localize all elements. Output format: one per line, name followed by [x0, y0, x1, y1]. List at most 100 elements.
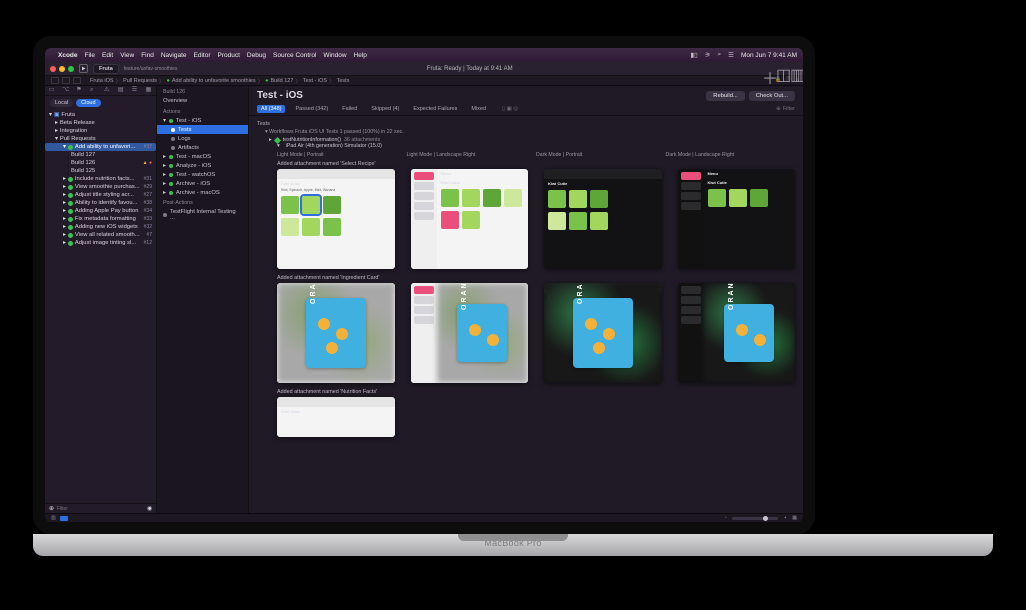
- minimize-icon[interactable]: [59, 66, 65, 72]
- crumb-pr[interactable]: Pull Requests: [123, 78, 157, 84]
- nav-pr-item[interactable]: ▸Fix metadata formatting#33: [45, 215, 156, 223]
- crumb-tests[interactable]: Tests: [337, 78, 350, 84]
- nav-pr-item[interactable]: ▸Adding Apple Pay button#34: [45, 207, 156, 215]
- nav-pr-item[interactable]: ▸View all related smooth...#7: [45, 231, 156, 239]
- menu-find[interactable]: Find: [141, 52, 154, 59]
- window-traffic-lights[interactable]: [50, 66, 74, 72]
- grid-icon[interactable]: ▦: [792, 515, 797, 521]
- nav-pr-item[interactable]: ▸Adjust image tinting sl...#12: [45, 239, 156, 247]
- run-button[interactable]: [79, 64, 88, 73]
- nav-pr-selected[interactable]: ▾Add ability to unfavori... #37: [45, 143, 156, 151]
- split-icon[interactable]: ⎘: [786, 77, 790, 84]
- rebuild-button[interactable]: Rebuild...: [706, 91, 745, 101]
- nav-beta-release[interactable]: Beta Release: [60, 120, 95, 126]
- menu-view[interactable]: View: [120, 52, 134, 59]
- nav-build-127[interactable]: Build 127: [45, 151, 156, 159]
- navigator-filter-input[interactable]: [57, 506, 144, 512]
- screenshot-thumb[interactable]: Kiwi Cutie: [277, 397, 395, 437]
- lock-icon: 🔒: [775, 77, 782, 84]
- screenshot-thumb[interactable]: ORANGE: [411, 283, 529, 383]
- menu-source-control[interactable]: Source Control: [273, 52, 316, 59]
- device-row[interactable]: ▾ iPad Air (4th generation) Simulator (1…: [277, 143, 795, 149]
- inspector-toggle-icon[interactable]: ▥: [790, 65, 798, 73]
- nav-build-125[interactable]: Build 125: [45, 167, 156, 175]
- navigator-selector[interactable]: ▭⌥⚑⌕⚠▤☰▦: [45, 86, 156, 96]
- screenshot-thumb[interactable]: Menu Kiwi Cutie: [678, 169, 796, 269]
- outline-test-macos[interactable]: ▸Test - macOS: [157, 152, 248, 161]
- xcode-window: Xcode File Edit View Find Navigate Edito…: [33, 36, 815, 534]
- screenshot-thumb[interactable]: Menu Kiwi Cutie: [411, 169, 529, 269]
- menu-product[interactable]: Product: [217, 52, 239, 59]
- scope-icon[interactable]: ◉: [147, 506, 152, 512]
- branch-label: feature/unfav-smoothies: [124, 66, 178, 72]
- crumb-pr-title[interactable]: Add ability to unfavorite smoothies: [172, 78, 256, 84]
- attachment-label: Added attachment named 'Ingredient Card': [277, 275, 795, 281]
- menu-debug[interactable]: Debug: [247, 52, 266, 59]
- crumb-action[interactable]: Test - iOS: [303, 78, 327, 84]
- menu-window[interactable]: Window: [323, 52, 346, 59]
- menu-app[interactable]: Xcode: [58, 52, 78, 59]
- scheme-selector[interactable]: Fruta: [93, 64, 119, 74]
- filter-skipped[interactable]: Skipped (4): [367, 105, 403, 113]
- screenshot-thumb[interactable]: ORANGE: [678, 283, 796, 383]
- menu-file[interactable]: File: [85, 52, 95, 59]
- outline-overview[interactable]: Overview: [157, 97, 248, 106]
- nav-pr-item[interactable]: ▸Adding new iOS widgets#32: [45, 223, 156, 231]
- nav-root[interactable]: Fruta: [61, 112, 75, 118]
- screenshot-thumb[interactable]: Kiwi Cutie Kiwi, Spinach, Apple, Mint, B…: [277, 169, 395, 269]
- detail-title: Test - iOS: [257, 90, 303, 101]
- navigator-filter[interactable]: ⊕ ◉: [45, 503, 156, 513]
- menu-help[interactable]: Help: [354, 52, 367, 59]
- filter-mixed[interactable]: Mixed: [467, 105, 490, 113]
- nav-pr-item[interactable]: ▸Adjust title styling acr...#27: [45, 191, 156, 199]
- control-center-icon[interactable]: ☰: [728, 51, 734, 59]
- outline-archive-macos[interactable]: ▸Archive - macOS: [157, 188, 248, 197]
- nav-integration[interactable]: Integration: [60, 128, 87, 134]
- outline-analyze-ios[interactable]: ▸Analyze - iOS: [157, 161, 248, 170]
- filter-expected[interactable]: Expected Failures: [409, 105, 461, 113]
- screenshot-thumb[interactable]: Kiwi Cutie: [544, 169, 662, 269]
- debug-area-toggle-icon[interactable]: ▥: [51, 515, 56, 521]
- nav-build-126[interactable]: Build 126▲ ●: [45, 159, 156, 167]
- zoom-icon[interactable]: [68, 66, 74, 72]
- pill-local[interactable]: Local: [50, 99, 73, 107]
- nav-pr-item[interactable]: ▸Ability to identify favou...#38: [45, 199, 156, 207]
- close-icon[interactable]: [50, 66, 56, 72]
- view-mode-icons[interactable]: ▯ ▣ ◎: [502, 106, 518, 112]
- outline-test-watchos[interactable]: ▸Test - watchOS: [157, 170, 248, 179]
- zoom-in-icon[interactable]: ▪: [784, 515, 786, 521]
- filter-all[interactable]: All (348): [257, 105, 285, 113]
- screenshot-thumb[interactable]: Kiwi Cutie ORANGE: [277, 283, 395, 383]
- checkout-button[interactable]: Check Out...: [749, 91, 795, 101]
- search-icon[interactable]: ⌕: [718, 51, 722, 59]
- navigator-tree[interactable]: ▾▣Fruta ▸Beta Release ▸Integration ▾Pull…: [45, 110, 156, 503]
- outline-logs[interactable]: Logs: [157, 134, 248, 143]
- crumb-build[interactable]: Build 127: [270, 78, 293, 84]
- crumb-scheme[interactable]: Fruta iOS: [90, 78, 114, 84]
- zoom-out-icon[interactable]: ▫: [725, 515, 727, 521]
- tests-section-label: Tests: [257, 121, 795, 127]
- outline-archive-ios[interactable]: ▸Archive - iOS: [157, 179, 248, 188]
- outline-tests[interactable]: Tests: [157, 125, 248, 134]
- menu-edit[interactable]: Edit: [102, 52, 113, 59]
- thumbnail-zoom-slider[interactable]: [732, 517, 778, 520]
- outline-test-ios[interactable]: ▾Test - iOS: [157, 116, 248, 125]
- pill-cloud[interactable]: Cloud: [76, 99, 100, 107]
- screenshot-thumb[interactable]: Kiwi Cutie ORANGE: [544, 283, 662, 383]
- navigator-segmented[interactable]: [51, 77, 81, 84]
- filter-search-input[interactable]: Filter: [783, 106, 795, 112]
- outline-actions-head: Actions: [157, 106, 248, 117]
- menu-editor[interactable]: Editor: [194, 52, 211, 59]
- outline-testflight[interactable]: TestFlight Internal Testing ...: [157, 208, 248, 223]
- nav-pull-requests[interactable]: Pull Requests: [60, 136, 96, 142]
- nav-pr-item[interactable]: ▸View smoothie purchas...#29: [45, 183, 156, 191]
- jump-bar[interactable]: Fruta iOS〉 Pull Requests〉 ● Add ability …: [45, 76, 803, 86]
- outline-artifacts[interactable]: Artifacts: [157, 143, 248, 152]
- menu-navigate[interactable]: Navigate: [161, 52, 187, 59]
- nav-pr-item[interactable]: ▸Include nutrition facts...#31: [45, 175, 156, 183]
- filter-passed[interactable]: Passed (342): [291, 105, 332, 113]
- list-icon[interactable]: ≡: [796, 77, 799, 84]
- filter-failed[interactable]: Failed: [338, 105, 361, 113]
- plus-icon[interactable]: ＋: [762, 65, 770, 73]
- library-icon[interactable]: ◫: [776, 65, 784, 73]
